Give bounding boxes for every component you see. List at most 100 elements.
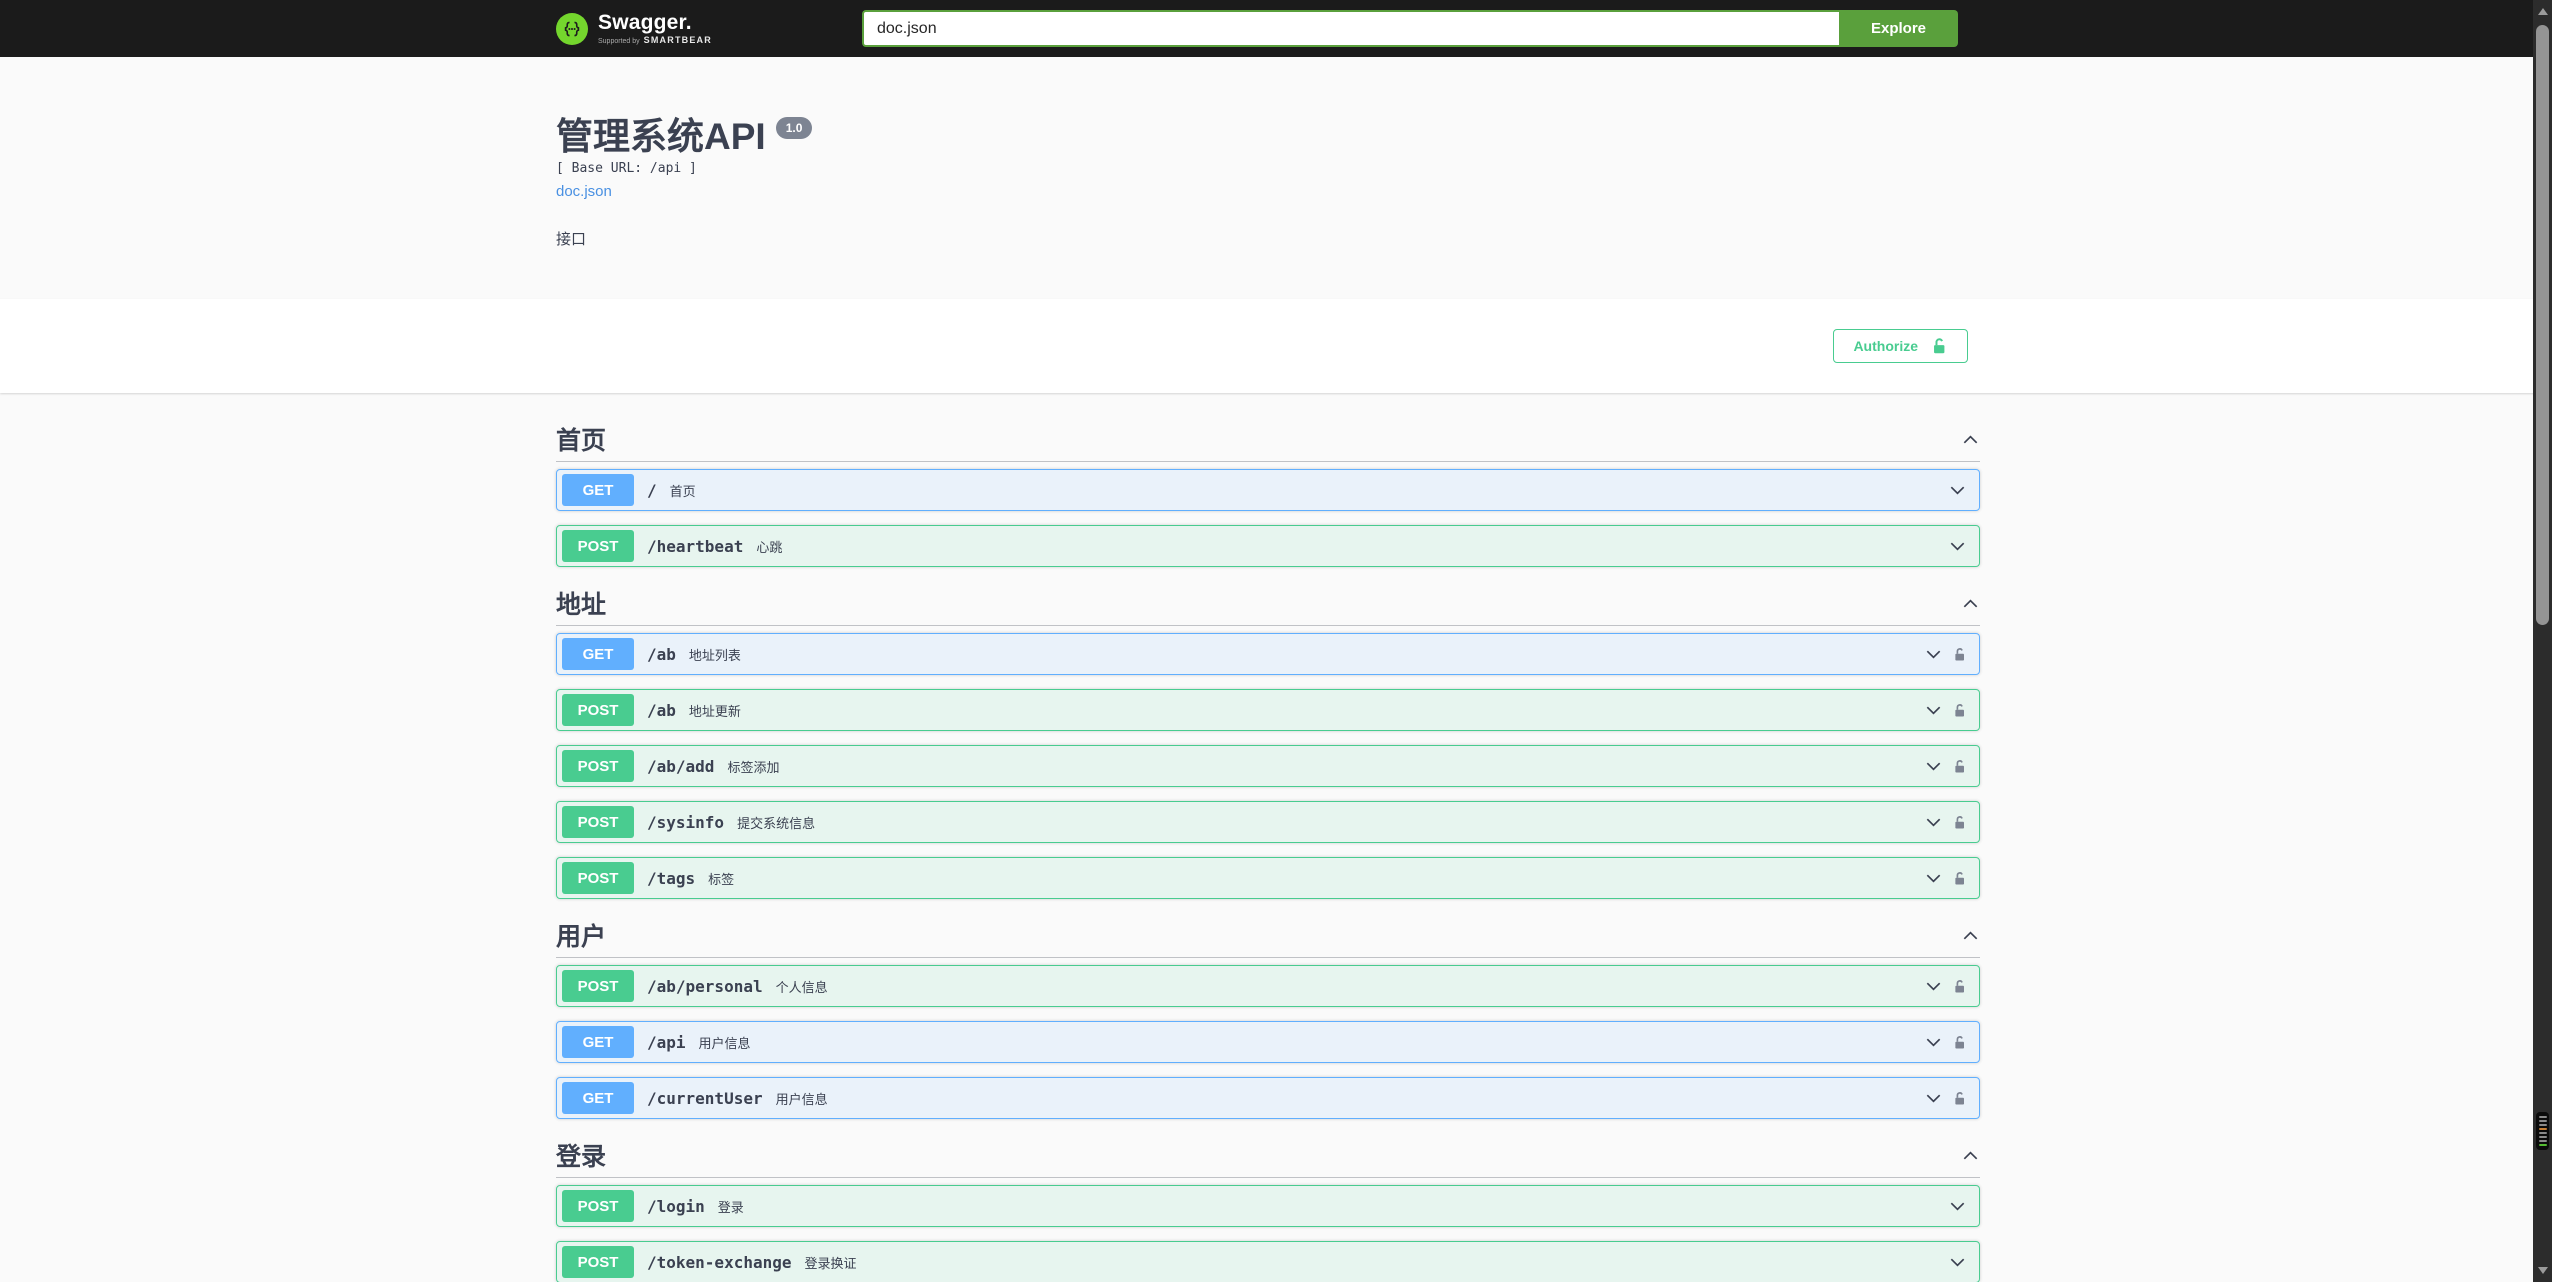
operation-row[interactable]: POST /sysinfo 提交系统信息 bbox=[556, 801, 1980, 843]
lock-icon[interactable] bbox=[1952, 1035, 1967, 1050]
operation-summary: 登录换证 bbox=[804, 1255, 857, 1271]
operation-path: /heartbeat bbox=[647, 536, 744, 556]
section-rows: GET /ab 地址列表 POST /ab 地址更新 POST /ab/add … bbox=[556, 626, 1980, 899]
chevron-down-icon[interactable] bbox=[1924, 869, 1943, 888]
tagline-prefix: Supported by bbox=[598, 38, 640, 45]
swagger-logo-icon bbox=[556, 12, 588, 45]
tag-title: 地址 bbox=[556, 591, 607, 619]
lock-icon[interactable] bbox=[1952, 979, 1967, 994]
chevron-up-icon[interactable] bbox=[1961, 430, 1980, 449]
tag-title: 用户 bbox=[556, 923, 607, 951]
chevron-down-icon[interactable] bbox=[1924, 645, 1943, 664]
chevron-down-icon[interactable] bbox=[1924, 701, 1943, 720]
operation-row[interactable]: POST /ab/add 标签添加 bbox=[556, 745, 1980, 787]
explore-button[interactable]: Explore bbox=[1839, 10, 1958, 47]
method-badge: POST bbox=[562, 694, 634, 726]
version-badge: 1.0 bbox=[775, 117, 813, 139]
tagline-brand: SMARTBEAR bbox=[643, 35, 712, 45]
operation-summary: 提交系统信息 bbox=[737, 815, 816, 831]
scheme-container: Authorize bbox=[0, 299, 2552, 393]
operation-row[interactable]: GET /currentUser 用户信息 bbox=[556, 1077, 1980, 1119]
operation-summary: 地址更新 bbox=[688, 703, 741, 719]
api-title: 管理系统API bbox=[556, 116, 766, 157]
chevron-down-icon[interactable] bbox=[1924, 1089, 1943, 1108]
lock-icon[interactable] bbox=[1952, 759, 1967, 774]
chevron-down-icon[interactable] bbox=[1924, 977, 1943, 996]
method-badge: GET bbox=[562, 638, 634, 670]
operation-path: /ab bbox=[647, 700, 676, 720]
chevron-down-icon[interactable] bbox=[1924, 1033, 1943, 1052]
operation-row[interactable]: POST /heartbeat 心跳 bbox=[556, 525, 1980, 567]
method-badge: GET bbox=[562, 1026, 634, 1058]
operation-row[interactable]: POST /token-exchange 登录换证 bbox=[556, 1241, 1980, 1282]
operation-row[interactable]: POST /ab/personal 个人信息 bbox=[556, 965, 1980, 1007]
page-scrollbar[interactable] bbox=[2533, 0, 2552, 1282]
operations-list: 首页 GET / 首页 POST /heartbeat 心跳 地址 GET /a… bbox=[556, 393, 1980, 1282]
operation-row[interactable]: GET / 首页 bbox=[556, 469, 1980, 511]
method-badge: GET bbox=[562, 1082, 634, 1114]
method-badge: GET bbox=[562, 474, 634, 506]
chevron-up-icon[interactable] bbox=[1961, 594, 1980, 613]
operation-path: /token-exchange bbox=[647, 1252, 792, 1272]
lock-icon[interactable] bbox=[1952, 647, 1967, 662]
unlock-icon bbox=[1930, 337, 1948, 355]
operation-summary: 首页 bbox=[669, 483, 696, 499]
lock-icon[interactable] bbox=[1952, 703, 1967, 718]
lock-icon[interactable] bbox=[1952, 815, 1967, 830]
spec-link[interactable]: doc.json bbox=[556, 183, 612, 200]
method-badge: POST bbox=[562, 1246, 634, 1278]
chevron-down-icon[interactable] bbox=[1924, 813, 1943, 832]
method-badge: POST bbox=[562, 1190, 634, 1222]
operation-summary: 用户信息 bbox=[775, 1091, 828, 1107]
lock-icon[interactable] bbox=[1952, 1091, 1967, 1106]
operation-summary: 用户信息 bbox=[698, 1035, 751, 1051]
method-badge: POST bbox=[562, 530, 634, 562]
method-badge: POST bbox=[562, 806, 634, 838]
operation-summary: 个人信息 bbox=[775, 979, 828, 995]
chevron-down-icon[interactable] bbox=[1948, 1197, 1967, 1216]
operation-row[interactable]: GET /ab 地址列表 bbox=[556, 633, 1980, 675]
api-info: 管理系统API 1.0 [ Base URL: /api ] doc.json … bbox=[0, 57, 2552, 249]
tag-title: 首页 bbox=[556, 427, 607, 455]
operation-path: /ab bbox=[647, 644, 676, 664]
lock-icon[interactable] bbox=[1952, 871, 1967, 886]
tag-section-header[interactable]: 用户 bbox=[556, 913, 1980, 958]
operation-summary: 心跳 bbox=[756, 539, 783, 555]
chevron-down-icon[interactable] bbox=[1948, 481, 1967, 500]
operation-summary: 标签添加 bbox=[727, 759, 780, 775]
scrollbar-thumb[interactable] bbox=[2536, 25, 2549, 625]
chevron-up-icon[interactable] bbox=[1961, 926, 1980, 945]
method-badge: POST bbox=[562, 862, 634, 894]
operation-row[interactable]: POST /tags 标签 bbox=[556, 857, 1980, 899]
chevron-down-icon[interactable] bbox=[1948, 1253, 1967, 1272]
tag-section: 地址 GET /ab 地址列表 POST /ab 地址更新 POST /ab/a… bbox=[556, 581, 1980, 899]
chevron-down-icon[interactable] bbox=[1948, 537, 1967, 556]
operation-row[interactable]: POST /login 登录 bbox=[556, 1185, 1980, 1227]
section-rows: POST /ab/personal 个人信息 GET /api 用户信息 GET… bbox=[556, 958, 1980, 1119]
operation-row[interactable]: GET /api 用户信息 bbox=[556, 1021, 1980, 1063]
operation-row[interactable]: POST /ab 地址更新 bbox=[556, 689, 1980, 731]
operation-summary: 地址列表 bbox=[688, 647, 741, 663]
operation-path: /tags bbox=[647, 868, 696, 888]
scrollbar-up-arrow-icon[interactable] bbox=[2537, 8, 2548, 15]
chevron-down-icon[interactable] bbox=[1924, 757, 1943, 776]
operation-path: /currentUser bbox=[647, 1088, 763, 1108]
authorize-button[interactable]: Authorize bbox=[1833, 329, 1968, 363]
scrollbar-down-arrow-icon[interactable] bbox=[2537, 1267, 2548, 1274]
chevron-up-icon[interactable] bbox=[1961, 1146, 1980, 1165]
spec-url-input[interactable] bbox=[862, 10, 1839, 47]
operation-path: /api bbox=[647, 1032, 686, 1052]
operation-path: / bbox=[647, 480, 657, 500]
tag-section: 登录 POST /login 登录 POST /token-exchange 登… bbox=[556, 1133, 1980, 1282]
operation-path: /ab/add bbox=[647, 756, 715, 776]
tag-section-header[interactable]: 首页 bbox=[556, 417, 1980, 462]
topbar: Swagger. Supported by SMARTBEAR Explore bbox=[0, 0, 2552, 57]
tag-title: 登录 bbox=[556, 1143, 607, 1171]
operation-path: /sysinfo bbox=[647, 812, 725, 832]
brand-tagline: Supported by SMARTBEAR bbox=[598, 35, 712, 46]
swagger-logo-link[interactable]: Swagger. Supported by SMARTBEAR bbox=[556, 12, 862, 45]
tag-section-header[interactable]: 地址 bbox=[556, 581, 1980, 626]
method-badge: POST bbox=[562, 750, 634, 782]
base-url: [ Base URL: /api ] bbox=[556, 161, 697, 176]
tag-section-header[interactable]: 登录 bbox=[556, 1133, 1980, 1178]
